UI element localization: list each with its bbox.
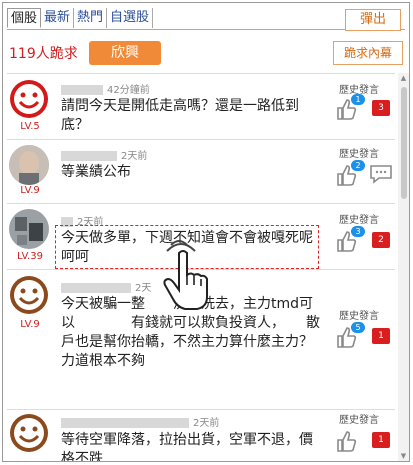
stock-name-button[interactable]: 欣興 (89, 41, 161, 65)
reply-count-badge[interactable]: 3 (372, 100, 390, 116)
post-divider (7, 409, 395, 410)
user-level: LV.9 (20, 319, 40, 330)
scroll-down-icon[interactable]: ▼ (399, 452, 408, 460)
user-level: LV.39 (17, 251, 43, 262)
like-count-badge: 5 (351, 322, 365, 333)
user-level: LV.9 (20, 185, 40, 196)
post-time: 2天 (135, 283, 152, 294)
history-link[interactable]: 歷史發言 (339, 211, 379, 226)
username-blurred[interactable] (61, 85, 103, 95)
comment-icon[interactable] (369, 164, 393, 184)
post-text[interactable]: 等業績公布 (61, 163, 323, 182)
post-user: 2天前 (61, 414, 219, 429)
post-text[interactable]: 等待空軍降落，拉抬出貨，空軍不退，價格不跌 (61, 431, 323, 461)
post-time: 42分鐘前 (107, 85, 150, 96)
tab-stock[interactable]: 個股 (7, 8, 42, 28)
post-time: 2天前 (193, 418, 220, 429)
username-blurred[interactable] (61, 151, 117, 161)
post-divider (7, 139, 395, 140)
popout-button[interactable]: 彈出 (345, 9, 401, 31)
username-blurred[interactable] (61, 418, 189, 428)
history-link[interactable]: 歷史發言 (339, 411, 379, 426)
smiley-avatar[interactable] (9, 275, 49, 315)
post-text[interactable]: 請問今天是開低走高嗎？還是一路低到底？ (61, 97, 323, 135)
post-user: 42分鐘前 (61, 81, 150, 96)
like-count-badge: 2 (351, 160, 365, 171)
scroll-thumb[interactable] (401, 87, 407, 199)
tab-watchlist[interactable]: 自選股 (107, 8, 154, 28)
like-count-badge: 3 (351, 226, 365, 237)
post-divider (7, 73, 395, 74)
scrollbar[interactable]: ▲ ▼ (398, 73, 409, 461)
post-user: 2天前 (61, 147, 147, 162)
reply-count-badge[interactable]: 1 (372, 328, 390, 344)
reply-count-badge[interactable]: 2 (372, 232, 390, 248)
username-blurred[interactable] (61, 283, 131, 293)
history-link[interactable]: 歷史發言 (339, 307, 379, 322)
tab-hot[interactable]: 熱門 (74, 8, 108, 28)
tab-bar: 個股 最新 熱門 自選股 (7, 8, 154, 28)
photo-avatar[interactable] (9, 145, 49, 185)
app-window: 個股 最新 熱門 自選股 彈出 119人跪求 欣興 跪求內幕 LV.5 42分鐘… (2, 2, 410, 462)
post-user: 2天 (61, 279, 151, 294)
thumbs-up-icon[interactable] (335, 429, 357, 453)
user-level: LV.5 (20, 121, 40, 132)
request-inside-button[interactable]: 跪求內幕 (333, 41, 403, 65)
post-time: 2天前 (121, 151, 148, 162)
tab-latest[interactable]: 最新 (41, 8, 75, 28)
smiley-avatar[interactable] (9, 413, 49, 453)
photo-avatar[interactable] (9, 209, 49, 249)
hand-cursor-icon (161, 239, 213, 311)
post-divider (7, 203, 395, 204)
like-count-badge: 1 (351, 94, 365, 105)
history-link[interactable]: 歷史發言 (339, 145, 379, 160)
request-count: 119人跪求 (9, 46, 78, 62)
smiley-avatar[interactable] (9, 79, 49, 119)
reply-count-badge[interactable]: 1 (372, 432, 390, 448)
scroll-up-icon[interactable]: ▲ (399, 74, 408, 82)
